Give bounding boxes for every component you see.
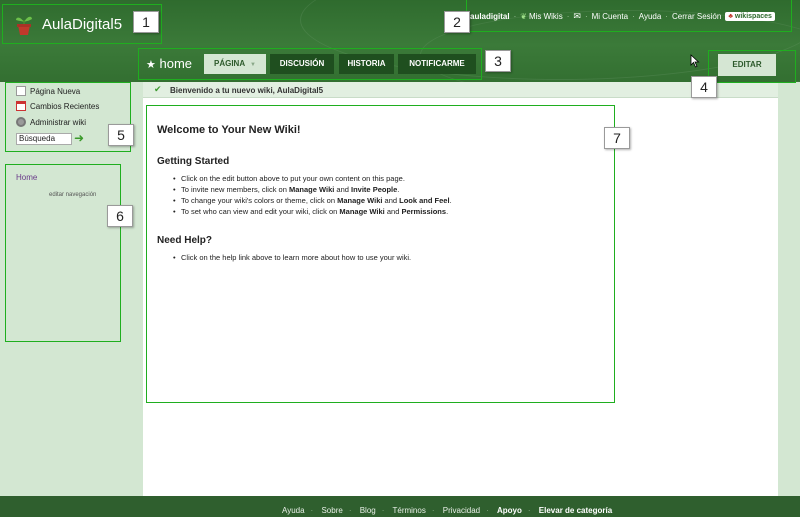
footer-link-privacy[interactable]: Privacidad bbox=[443, 506, 480, 515]
separator: · bbox=[381, 506, 385, 515]
welcome-message: Bienvenido a tu nuevo wiki, AulaDigital5 bbox=[170, 86, 324, 95]
mouse-cursor-icon bbox=[690, 54, 700, 68]
footer-link-blog[interactable]: Blog bbox=[360, 506, 376, 515]
footer-link-support[interactable]: Apoyo bbox=[497, 506, 522, 515]
callout-number-1: 1 bbox=[133, 11, 159, 33]
callout-box-7 bbox=[146, 105, 615, 403]
callout-box-2 bbox=[466, 0, 792, 32]
separator: · bbox=[310, 506, 314, 515]
callout-number-5: 5 bbox=[108, 124, 134, 146]
right-margin bbox=[778, 82, 800, 496]
check-icon: ✔ bbox=[154, 84, 162, 94]
footer-link-help[interactable]: Ayuda bbox=[282, 506, 305, 515]
footer-link-terms[interactable]: Términos bbox=[392, 506, 425, 515]
separator: · bbox=[431, 506, 435, 515]
callout-number-7: 7 bbox=[604, 127, 630, 149]
callout-number-6: 6 bbox=[107, 205, 133, 227]
callout-number-4: 4 bbox=[691, 76, 717, 98]
separator: · bbox=[527, 506, 531, 515]
separator: · bbox=[486, 506, 489, 515]
footer-link-about[interactable]: Sobre bbox=[321, 506, 342, 515]
callout-box-6 bbox=[5, 164, 121, 342]
callout-box-3 bbox=[138, 48, 482, 80]
callout-box-4 bbox=[708, 50, 796, 83]
footer-link-upgrade[interactable]: Elevar de categoría bbox=[539, 506, 612, 515]
callout-number-2: 2 bbox=[444, 11, 470, 33]
footer-links: Ayuda · Sobre · Blog · Términos · Privacidad… bbox=[282, 506, 612, 515]
callout-number-3: 3 bbox=[485, 50, 511, 72]
separator: · bbox=[348, 506, 352, 515]
